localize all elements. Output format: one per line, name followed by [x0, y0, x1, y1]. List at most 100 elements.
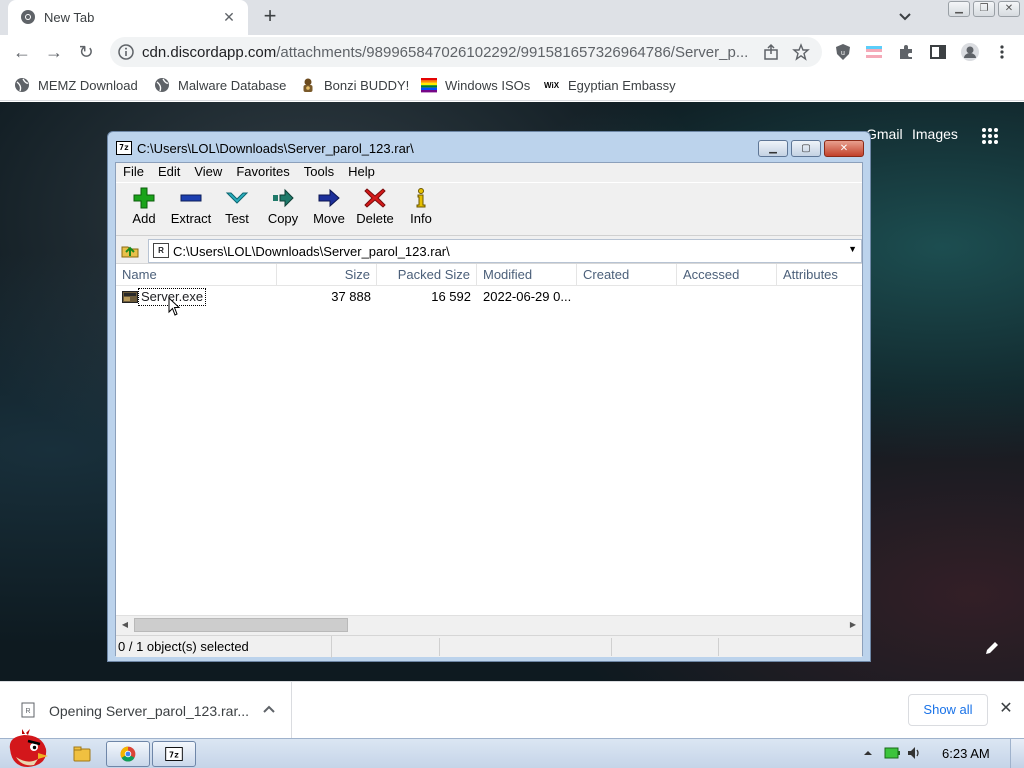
new-tab-button[interactable]: + [258, 5, 282, 29]
file-packed-size: 16 592 [431, 289, 471, 304]
sevenzip-minimize-button[interactable]: ▁ [758, 140, 788, 157]
battery-icon[interactable] [884, 745, 900, 761]
tab-new-tab[interactable]: New Tab ✕ [8, 0, 248, 35]
sevenzip-window: 7z C:\Users\LOL\Downloads\Server_parol_1… [107, 131, 871, 662]
menu-view[interactable]: View [187, 163, 229, 181]
profile-avatar-icon[interactable] [960, 42, 980, 62]
column-packed-size[interactable]: Packed Size [377, 264, 477, 286]
sevenzip-app-icon: 7z [116, 141, 132, 155]
archive-icon: R [153, 243, 169, 258]
sevenzip-toolbar: Add Extract Test Copy Move Delete Info [116, 182, 862, 236]
path-text: C:\Users\LOL\Downloads\Server_parol_123.… [173, 244, 450, 259]
status-bar: 0 / 1 object(s) selected [116, 635, 862, 658]
volume-icon[interactable] [906, 745, 922, 761]
close-window-button[interactable]: ✕ [998, 1, 1020, 17]
kebab-menu-icon[interactable] [993, 43, 1011, 61]
sevenzip-close-button[interactable]: ✕ [824, 140, 864, 157]
menu-help[interactable]: Help [341, 163, 382, 181]
close-icon[interactable]: ✕ [998, 700, 1014, 718]
tab-strip: New Tab ✕ + ▁ ❐ ✕ [0, 0, 1024, 35]
scroll-thumb[interactable] [134, 618, 348, 632]
bookmark-egyptian-embassy[interactable]: WiX Egyptian Embassy [544, 76, 676, 94]
forward-button[interactable]: → [42, 40, 66, 64]
chevron-up-icon[interactable] [262, 702, 276, 716]
sevenzip-menubar: File Edit View Favorites Tools Help [116, 163, 862, 181]
add-button[interactable]: Add [121, 187, 167, 226]
ublock-icon[interactable]: u [834, 43, 852, 61]
gmail-link[interactable]: Gmail [866, 126, 903, 142]
bookmark-windows-isos[interactable]: Windows ISOs [421, 76, 530, 94]
menu-tools[interactable]: Tools [297, 163, 341, 181]
bookmark-bonzi-buddy[interactable]: Bonzi BUDDY! [300, 76, 409, 94]
images-link[interactable]: Images [912, 126, 958, 142]
globe-icon [15, 78, 29, 92]
sevenzip-maximize-button[interactable]: ▢ [791, 140, 821, 157]
column-modified[interactable]: Modified [477, 264, 577, 286]
bookmark-star-icon[interactable] [792, 43, 810, 61]
move-icon [318, 188, 340, 208]
show-all-button[interactable]: Show all [908, 694, 988, 726]
reload-button[interactable]: ↻ [74, 40, 98, 64]
file-explorer-icon[interactable] [60, 741, 104, 767]
bookmark-label: Bonzi BUDDY! [324, 77, 410, 93]
chrome-taskbar-icon[interactable] [106, 741, 150, 767]
column-created[interactable]: Created [577, 264, 677, 286]
sevenzip-taskbar-icon[interactable]: 7z [152, 741, 196, 767]
delete-label: Delete [356, 211, 394, 226]
minimize-button[interactable]: ▁ [948, 1, 970, 17]
customize-pencil-icon[interactable] [984, 640, 1000, 656]
extensions-puzzle-icon[interactable] [897, 43, 915, 61]
share-icon[interactable] [762, 43, 780, 61]
menu-favorites[interactable]: Favorites [229, 163, 296, 181]
bonzi-icon [303, 78, 313, 92]
bookmark-memz-download[interactable]: MEMZ Download [14, 76, 138, 94]
column-attributes[interactable]: Attributes [777, 264, 863, 286]
info-button[interactable]: Info [398, 187, 444, 226]
sevenzip-titlebar[interactable]: 7z C:\Users\LOL\Downloads\Server_parol_1… [108, 132, 870, 162]
extract-button[interactable]: Extract [168, 187, 214, 226]
bookmark-malware-database[interactable]: Malware Database [154, 76, 286, 94]
bookmark-label: Malware Database [178, 77, 287, 93]
column-size[interactable]: Size [277, 264, 377, 286]
dropdown-arrow-icon[interactable]: ▼ [848, 244, 857, 254]
omnibox[interactable]: cdn.discordapp.com/attachments/989965847… [110, 37, 822, 67]
url-path: /attachments/989965847026102292/99158165… [276, 44, 749, 61]
column-name[interactable]: Name [116, 264, 277, 286]
apps-grid-icon[interactable] [980, 126, 1000, 146]
scroll-right-arrow-icon[interactable]: ▶ [846, 618, 860, 632]
menu-file[interactable]: File [116, 163, 151, 181]
sevenzip-client: File Edit View Favorites Tools Help Add … [115, 162, 863, 658]
download-status: Opening Server_parol_123.rar... [49, 703, 250, 719]
path-combobox[interactable]: R C:\Users\LOL\Downloads\Server_parol_12… [148, 239, 862, 263]
info-icon [416, 188, 426, 208]
chevron-down-icon[interactable] [896, 8, 914, 26]
info-icon[interactable] [118, 44, 134, 60]
status-divider [718, 638, 719, 656]
wix-icon: WiX [544, 81, 560, 90]
status-divider [439, 638, 440, 656]
copy-button[interactable]: Copy [260, 187, 306, 226]
menu-edit[interactable]: Edit [151, 163, 187, 181]
column-accessed[interactable]: Accessed [677, 264, 777, 286]
selection-status: 0 / 1 object(s) selected [118, 636, 332, 658]
pride-flag-icon[interactable] [865, 43, 883, 61]
test-icon [225, 192, 249, 204]
test-label: Test [225, 211, 249, 226]
close-tab-icon[interactable]: ✕ [220, 8, 238, 26]
show-desktop-button[interactable] [1010, 739, 1024, 768]
horizontal-scrollbar[interactable]: ◀ ▶ [116, 615, 862, 633]
back-button[interactable]: ← [10, 40, 34, 64]
restore-button[interactable]: ❐ [973, 1, 995, 17]
download-shelf: R Opening Server_parol_123.rar... Show a… [0, 681, 1024, 739]
delete-button[interactable]: Delete [352, 187, 398, 226]
table-row[interactable]: Server.exe 37 888 16 592 2022-06-29 0... [116, 287, 862, 316]
url-text[interactable]: cdn.discordapp.com/attachments/989965847… [142, 44, 762, 61]
test-button[interactable]: Test [214, 187, 260, 226]
scroll-left-arrow-icon[interactable]: ◀ [118, 618, 132, 632]
clock[interactable]: 6:23 AM [942, 746, 990, 761]
tray-overflow-icon[interactable] [860, 745, 876, 761]
folder-up-icon[interactable] [120, 240, 140, 260]
side-panel-icon[interactable] [929, 43, 947, 61]
move-button[interactable]: Move [306, 187, 352, 226]
angry-bird-start-icon[interactable] [4, 729, 50, 768]
